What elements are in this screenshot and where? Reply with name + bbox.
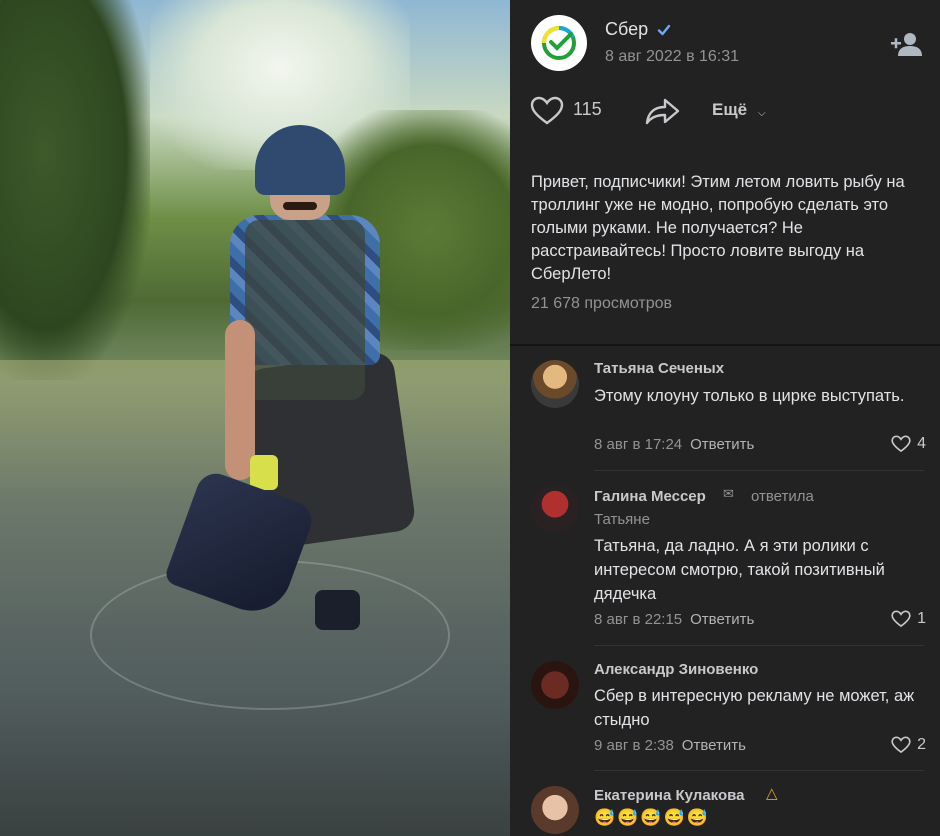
comment-author[interactable]: Екатерина Кулакова <box>594 787 745 804</box>
comment-item: Александр Зиновенко Сбер в интересную ре… <box>510 646 940 771</box>
comment-text: Этому клоуну только в цирке выступать. <box>594 387 905 405</box>
avatar[interactable] <box>531 485 579 533</box>
author-name[interactable]: Сбер <box>605 19 648 40</box>
comment-text: Сбер в интересную рекламу не может, аж с… <box>594 687 915 729</box>
like-count[interactable]: 115 <box>573 99 602 120</box>
comment-like-count: 2 <box>917 736 926 753</box>
verified-check-icon <box>657 24 671 36</box>
comment-like-count: 1 <box>917 610 926 627</box>
comment-meta: 8 авг в 17:24 Ответить <box>594 436 754 453</box>
comment-date[interactable]: 9 авг в 2:38 <box>594 737 674 754</box>
comment-meta: 8 авг в 22:15 Ответить <box>594 611 754 628</box>
comment-text: 😅😅😅😅😅 <box>594 808 710 827</box>
comment-like[interactable]: 1 <box>891 610 926 628</box>
comment-item: Татьяна Сеченых Этому клоуну только в ци… <box>510 346 940 471</box>
comment-item: Галина Мессер ✉ ответила Татьяне Татьяна… <box>510 471 940 646</box>
person-moustache <box>283 202 317 210</box>
reply-badge-icon: ✉ <box>723 486 734 501</box>
comment-like[interactable]: 2 <box>891 736 926 754</box>
reply-to-target[interactable]: Татьяне <box>594 511 650 528</box>
heart-icon[interactable] <box>530 96 564 126</box>
post-text: Привет, подписчики! Этим летом ловить ры… <box>531 173 905 283</box>
comments-list: Татьяна Сеченых Этому клоуну только в ци… <box>510 346 940 836</box>
reply-button[interactable]: Ответить <box>690 611 754 628</box>
comment-like-count: 4 <box>917 435 926 452</box>
post-photo[interactable] <box>0 0 510 836</box>
post-body: Привет, подписчики! Этим летом ловить ры… <box>510 150 940 344</box>
reply-button[interactable]: Ответить <box>682 737 746 754</box>
add-friend-icon[interactable] <box>890 31 924 57</box>
chevron-down-icon[interactable]: ⌵ <box>758 108 766 119</box>
comment-author[interactable]: Галина Мессер <box>594 488 706 505</box>
comment-item: Екатерина Кулакова △ 😅😅😅😅😅 <box>510 771 940 836</box>
comment-meta: 9 авг в 2:38 Ответить <box>594 737 746 754</box>
post-panel: Сбер 8 авг 2022 в 16:31 115 Ещё ⌵ Привет… <box>510 0 940 836</box>
share-arrow-icon[interactable] <box>645 96 681 126</box>
photo-person <box>163 120 417 640</box>
comment-author[interactable]: Александр Зиновенко <box>594 661 758 678</box>
views-count: 21 678 просмотров <box>531 295 673 312</box>
post-header: Сбер 8 авг 2022 в 16:31 <box>510 0 940 86</box>
reply-button[interactable]: Ответить <box>690 436 754 453</box>
post-actions: 115 Ещё ⌵ <box>510 86 940 148</box>
post-date[interactable]: 8 авг 2022 в 16:31 <box>605 48 739 66</box>
sber-logo-icon[interactable] <box>531 15 587 71</box>
person-vest <box>245 220 365 400</box>
person-sock <box>250 455 278 490</box>
avatar[interactable] <box>531 661 579 709</box>
more-button[interactable]: Ещё <box>712 100 747 120</box>
heart-icon <box>891 736 911 754</box>
comment-date[interactable]: 8 авг в 17:24 <box>594 436 682 453</box>
comment-date[interactable]: 8 авг в 22:15 <box>594 611 682 628</box>
reply-to-label: ответила <box>751 488 814 505</box>
avatar[interactable] <box>531 360 579 408</box>
status-emoji-icon: △ <box>766 785 778 802</box>
heart-icon <box>891 435 911 453</box>
comment-author[interactable]: Татьяна Сеченых <box>594 360 724 377</box>
person-arm <box>225 320 255 480</box>
heart-icon <box>891 610 911 628</box>
avatar[interactable] <box>531 786 579 834</box>
comment-like[interactable]: 4 <box>891 435 926 453</box>
person-boot-second <box>315 590 360 630</box>
person-hat <box>255 125 345 195</box>
photo-trees-left <box>0 0 150 380</box>
comment-text: Татьяна, да ладно. А я эти ролики с инте… <box>594 537 885 603</box>
